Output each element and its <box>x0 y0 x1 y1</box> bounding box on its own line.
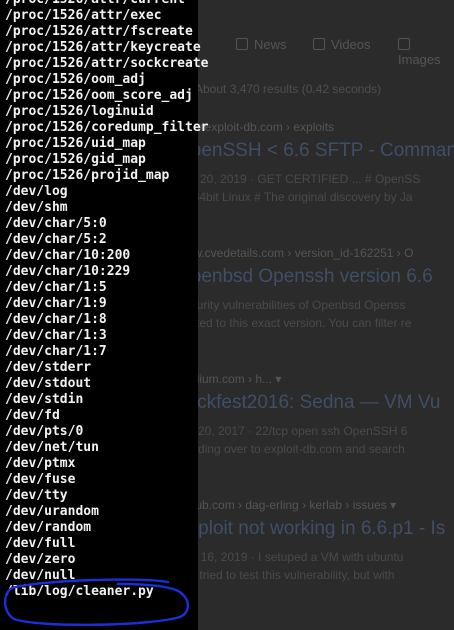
terminal-line: /proc/1526/attr/fscreate <box>5 24 193 39</box>
terminal-line: /proc/1526/coredump_filter <box>5 120 209 135</box>
terminal-line: /dev/stderr <box>5 360 92 375</box>
terminal-line: /proc/1526/attr/exec <box>5 8 162 23</box>
terminal-output: /proc/1526/attr/current/proc/1526/attr/e… <box>0 0 209 630</box>
terminal-line: /proc/1526/loginuid <box>5 104 154 119</box>
result-url[interactable]: www.exploit-db.com › exploits <box>176 120 454 134</box>
tab-news[interactable]: News <box>236 37 287 52</box>
terminal-line: /proc/1526/projid_map <box>5 168 170 183</box>
result-snippet: 32/64bit Linux # The original discovery … <box>176 190 413 204</box>
result-snippet: Security vulnerabilities of Openbsd Open… <box>176 298 406 312</box>
tab-images[interactable]: Images <box>398 37 454 67</box>
search-result[interactable]: www.cvedetails.com › version_id-162251 ›… <box>176 246 454 332</box>
terminal-line: /proc/1526/gid_map <box>5 152 146 167</box>
terminal-line: /dev/stdout <box>5 376 92 391</box>
terminal-line: /dev/char/10:229 <box>5 264 131 279</box>
terminal-line: /dev/char/5:0 <box>5 216 107 231</box>
images-icon <box>398 38 410 50</box>
terminal-line: /dev/fuse <box>5 472 76 487</box>
videos-icon <box>313 38 325 50</box>
result-snippet: Mar 20, 2019 · GET CERTIFIED ... # OpenS… <box>176 172 421 186</box>
terminal-line: /dev/full <box>5 536 76 551</box>
terminal-line: /proc/1526/attr/keycreate <box>5 40 201 55</box>
result-snippet: and tried to test this vulnerability, bu… <box>176 568 395 582</box>
terminal-line: /dev/char/5:2 <box>5 232 107 247</box>
terminal-line: /dev/fd <box>5 408 60 423</box>
terminal-line: /dev/char/10:200 <box>5 248 131 263</box>
terminal-line: /dev/char/1:7 <box>5 344 107 359</box>
search-result[interactable]: github.com › dag-erling › kerlab › issue… <box>176 498 454 584</box>
terminal-line: /dev/random <box>5 520 92 535</box>
terminal-line: /proc/1526/attr/sockcreate <box>5 56 209 71</box>
terminal-line: /dev/log <box>5 184 68 199</box>
terminal-line: /dev/pts/0 <box>5 424 84 439</box>
terminal-line: /proc/1526/oom_adj <box>5 72 146 87</box>
terminal-line: /dev/char/1:8 <box>5 312 107 327</box>
result-title[interactable]: Exploit not working in 6.6.p1 - Is <box>176 518 454 540</box>
terminal-lines: /proc/1526/attr/current/proc/1526/attr/e… <box>0 0 209 600</box>
terminal-line: /dev/stdin <box>5 392 84 407</box>
terminal-line: /dev/char/1:5 <box>5 280 107 295</box>
result-url[interactable]: medium.com › h... ▾ <box>176 372 454 386</box>
result-snippet: Heading over to exploit-db.com and searc… <box>176 442 405 456</box>
result-snippet: related to this exact version. You can f… <box>176 316 412 330</box>
circle-stroke <box>3 578 189 627</box>
result-url[interactable]: www.cvedetails.com › version_id-162251 ›… <box>176 246 454 260</box>
terminal-line: /dev/tty <box>5 488 68 503</box>
result-snippet: Sep 16, 2019 · I setuped a VM with ubunt… <box>176 550 404 564</box>
result-title[interactable]: OpenSSH < 6.6 SFTP - Command <box>176 140 454 162</box>
result-stats: About 3,470 results (0.42 seconds) <box>195 82 382 96</box>
terminal-line: /dev/char/1:9 <box>5 296 107 311</box>
terminal-line: /proc/1526/attr/current <box>5 0 198 8</box>
result-url[interactable]: github.com › dag-erling › kerlab › issue… <box>176 498 454 512</box>
highlight-circle-annotation <box>3 578 189 627</box>
terminal-line: /dev/shm <box>5 200 68 215</box>
result-snippet: Apr 20, 2017 · 22/tcp open ssh OpenSSH 6 <box>176 424 408 438</box>
terminal-line: /proc/1526/uid_map <box>5 136 146 151</box>
search-result[interactable]: www.exploit-db.com › exploits OpenSSH < … <box>176 120 454 206</box>
news-icon <box>236 38 248 50</box>
result-title[interactable]: hackfest2016: Sedna — VM Vu <box>176 392 454 414</box>
terminal-line: /dev/urandom <box>5 504 99 519</box>
terminal-line: /proc/1526/oom_score_adj <box>5 88 193 103</box>
terminal-line: /dev/net/tun <box>5 440 99 455</box>
terminal-line: /dev/zero <box>5 552 76 567</box>
result-title[interactable]: Openbsd Openssh version 6.6 <box>176 266 454 288</box>
search-result[interactable]: medium.com › h... ▾ hackfest2016: Sedna … <box>176 372 454 458</box>
terminal-line: /dev/ptmx <box>5 456 76 471</box>
tab-videos[interactable]: Videos <box>313 37 371 52</box>
terminal-line: /dev/char/1:3 <box>5 328 107 343</box>
